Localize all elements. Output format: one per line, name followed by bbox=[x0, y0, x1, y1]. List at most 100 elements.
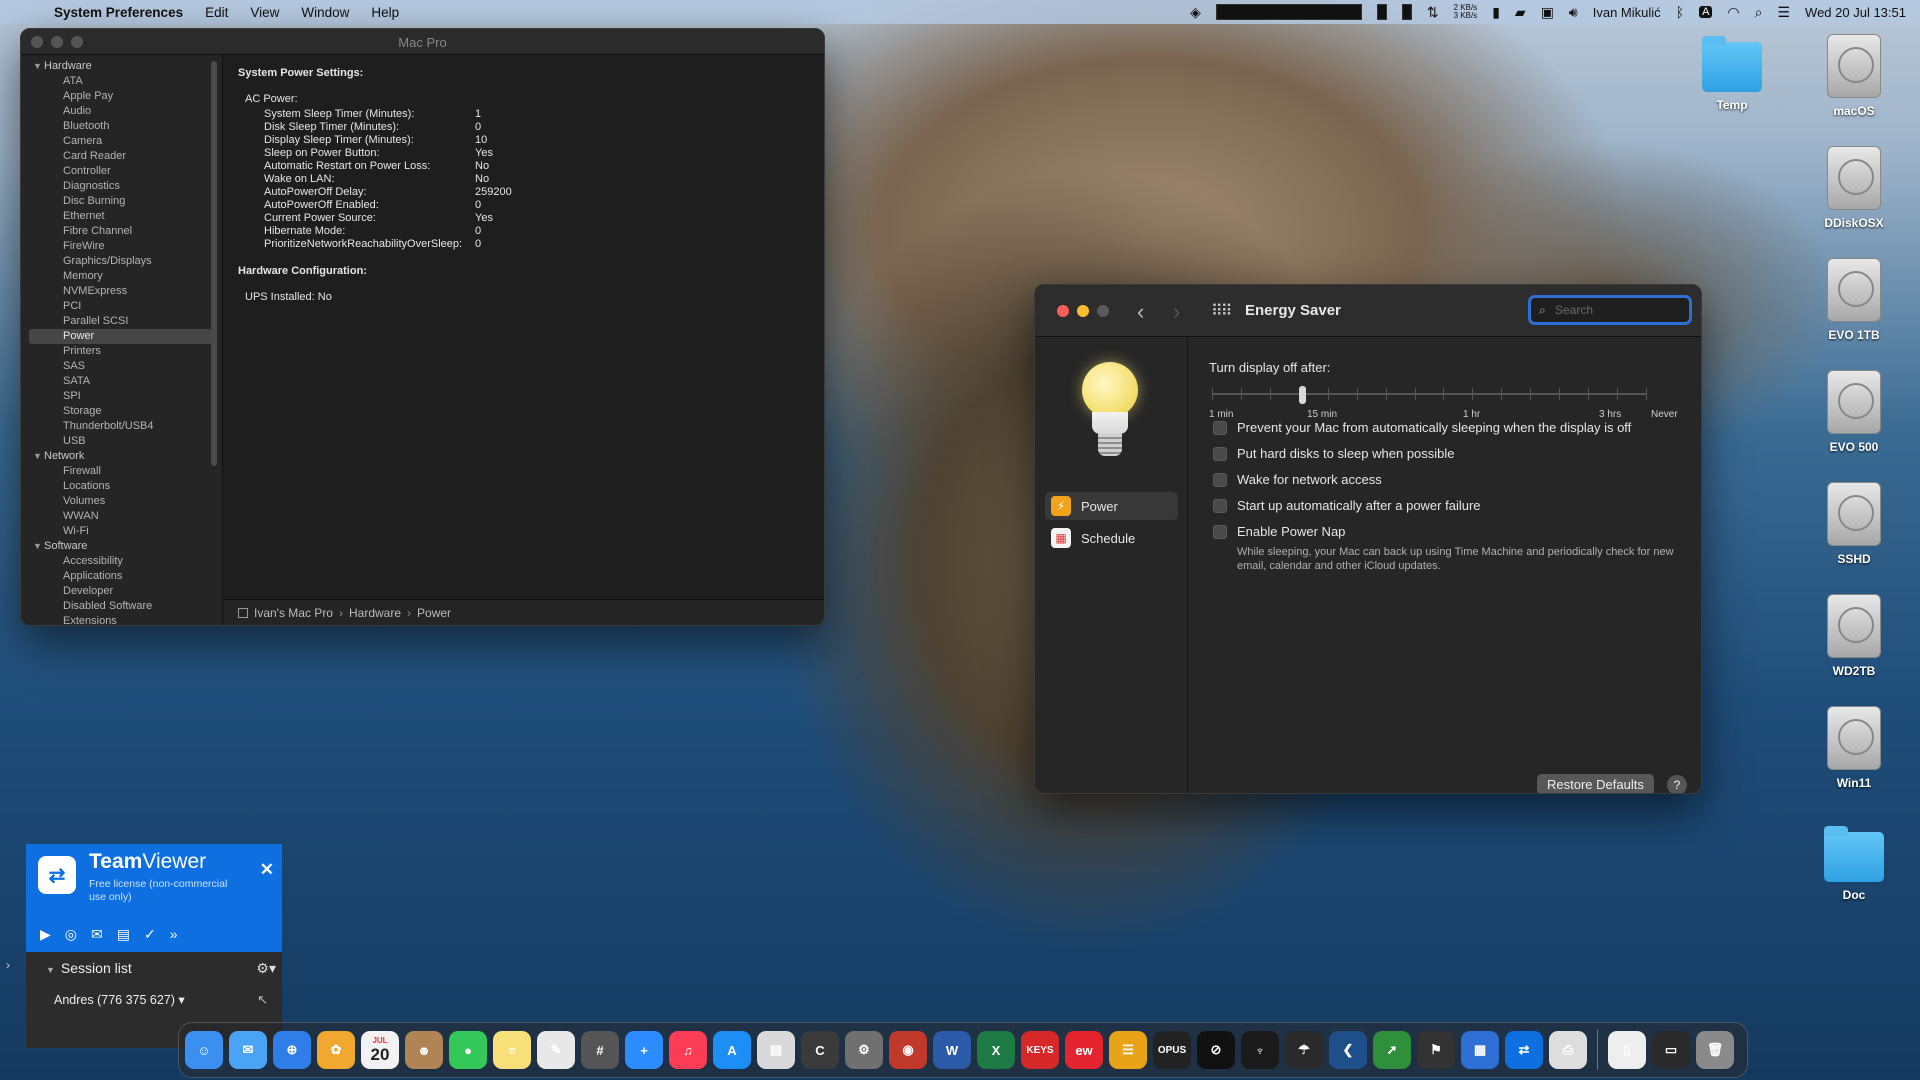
menu-window[interactable]: Window bbox=[301, 5, 349, 20]
auto-startup-checkbox[interactable]: Start up automatically after a power fai… bbox=[1213, 498, 1481, 513]
word-icon[interactable]: W bbox=[933, 1031, 971, 1069]
sidebar-item[interactable]: Applications bbox=[21, 569, 222, 584]
sidebar-item[interactable]: Storage bbox=[21, 404, 222, 419]
wifi-icon[interactable]: ◠ bbox=[1727, 4, 1739, 21]
desktop-disk-win11[interactable]: Win11 bbox=[1804, 706, 1904, 790]
contacts-icon[interactable]: ☻ bbox=[405, 1031, 443, 1069]
file-transfer-icon[interactable]: ▤ bbox=[117, 926, 130, 943]
video-icon[interactable]: ▶ bbox=[40, 926, 51, 943]
sidebar-item[interactable]: Firewall bbox=[21, 464, 222, 479]
finder-icon[interactable]: ☺ bbox=[185, 1031, 223, 1069]
search-input[interactable] bbox=[1555, 303, 1675, 317]
notification-icon[interactable]: ▰ bbox=[1515, 4, 1526, 21]
power-nap-checkbox[interactable]: Enable Power Nap bbox=[1213, 524, 1345, 539]
zoom-icon[interactable]: + bbox=[625, 1031, 663, 1069]
teamviewer-icon[interactable]: ⇄ bbox=[1505, 1031, 1543, 1069]
sidebar-group[interactable]: ▼ Hardware bbox=[21, 59, 222, 74]
user-name[interactable]: Ivan Mikulić bbox=[1593, 5, 1661, 20]
sidebar-item[interactable]: Apple Pay bbox=[21, 89, 222, 104]
window-titlebar[interactable]: ‹ › ⠿⠿ Energy Saver ⌕ bbox=[1035, 285, 1701, 337]
slider-thumb[interactable] bbox=[1299, 386, 1306, 404]
speedify-icon[interactable]: ➚ bbox=[1373, 1031, 1411, 1069]
prevent-sleep-checkbox[interactable]: Prevent your Mac from automatically slee… bbox=[1213, 420, 1631, 435]
sidebar-item[interactable]: Memory bbox=[21, 269, 222, 284]
back-chevron-icon[interactable]: ‹ bbox=[1137, 299, 1144, 325]
sidebar-item[interactable]: FireWire bbox=[21, 239, 222, 254]
session-partner[interactable]: Andres (776 375 627) ▾ bbox=[54, 992, 185, 1007]
document-icon[interactable]: ▯ bbox=[1608, 1031, 1646, 1069]
sidebar-item[interactable]: SATA bbox=[21, 374, 222, 389]
sidebar-item[interactable]: WWAN bbox=[21, 509, 222, 524]
sidebar-item[interactable]: Printers bbox=[21, 344, 222, 359]
menu-edit[interactable]: Edit bbox=[205, 5, 228, 20]
help-button[interactable]: ? bbox=[1667, 775, 1687, 793]
sidebar-item[interactable]: Power bbox=[29, 329, 212, 344]
flag-icon[interactable]: ⚑ bbox=[1417, 1031, 1455, 1069]
close-icon[interactable]: ✕ bbox=[260, 860, 274, 880]
sidebar-item[interactable]: Ethernet bbox=[21, 209, 222, 224]
sidebar-item[interactable]: Camera bbox=[21, 134, 222, 149]
printer-icon[interactable]: ⎙ bbox=[1549, 1031, 1587, 1069]
chevron-down-icon[interactable]: ▼ bbox=[33, 449, 44, 464]
opus-icon[interactable]: OPUS bbox=[1153, 1031, 1191, 1069]
sidebar-item-schedule[interactable]: ▦ Schedule bbox=[1045, 524, 1178, 552]
window-titlebar[interactable]: Mac Pro bbox=[21, 29, 824, 55]
photos-icon[interactable]: ✿ bbox=[317, 1031, 355, 1069]
sidebar-item[interactable]: Disabled Software bbox=[21, 599, 222, 614]
keys-icon[interactable]: KEYS bbox=[1021, 1031, 1059, 1069]
sidebar-item[interactable]: Controller bbox=[21, 164, 222, 179]
ccleaner-icon[interactable]: C bbox=[801, 1031, 839, 1069]
headset-icon[interactable]: ◎ bbox=[65, 926, 77, 943]
battery-icon[interactable]: ▮ bbox=[1492, 4, 1500, 21]
system-prefs-icon[interactable]: ⚙ bbox=[845, 1031, 883, 1069]
sidebar-item[interactable]: PCI bbox=[21, 299, 222, 314]
close-button[interactable] bbox=[1057, 305, 1069, 317]
sidebar-item-power[interactable]: ⚡︎ Power bbox=[1045, 492, 1178, 520]
checkbox[interactable] bbox=[1213, 472, 1227, 487]
desktop-folder-doc[interactable]: Doc bbox=[1804, 826, 1904, 902]
cpu-graph[interactable] bbox=[1215, 4, 1362, 20]
sidebar-group[interactable]: ▼ Software bbox=[21, 539, 222, 554]
checkbox[interactable] bbox=[1213, 446, 1227, 461]
menu-view[interactable]: View bbox=[250, 5, 279, 20]
slider-track[interactable] bbox=[1212, 393, 1646, 395]
desktop-disk-wd2tb[interactable]: WD2TB bbox=[1804, 594, 1904, 678]
checkbox[interactable] bbox=[1213, 498, 1227, 513]
textedit-icon[interactable]: ✎ bbox=[537, 1031, 575, 1069]
menu-help[interactable]: Help bbox=[371, 5, 399, 20]
preview-icon[interactable]: ▤ bbox=[757, 1031, 795, 1069]
sidebar-item[interactable]: SPI bbox=[21, 389, 222, 404]
bluetooth-icon[interactable]: ᛒ bbox=[1676, 4, 1684, 20]
gear-icon[interactable]: ⚙▾ bbox=[256, 960, 276, 977]
sidebar-item[interactable]: Developer bbox=[21, 584, 222, 599]
disk-sleep-checkbox[interactable]: Put hard disks to sleep when possible bbox=[1213, 446, 1455, 461]
photo-booth-icon[interactable]: ◉ bbox=[889, 1031, 927, 1069]
sidebar-item[interactable]: SAS bbox=[21, 359, 222, 374]
sidebar-item[interactable]: Diagnostics bbox=[21, 179, 222, 194]
more-icon[interactable]: » bbox=[170, 926, 178, 943]
sidebar-scrollbar[interactable] bbox=[211, 61, 217, 466]
sidebar-item[interactable]: Graphics/Displays bbox=[21, 254, 222, 269]
appstore-icon[interactable]: A bbox=[713, 1031, 751, 1069]
app-menu[interactable]: System Preferences bbox=[54, 5, 183, 20]
back-icon[interactable]: ❮ bbox=[1329, 1031, 1367, 1069]
music-icon[interactable]: ♫ bbox=[669, 1031, 707, 1069]
sidebar-item[interactable]: Audio bbox=[21, 104, 222, 119]
spotlight-search-icon[interactable]: ⌕ bbox=[1755, 4, 1763, 21]
excel-icon[interactable]: X bbox=[977, 1031, 1015, 1069]
chevron-down-icon[interactable]: ▼ bbox=[33, 59, 44, 74]
chevron-down-icon[interactable]: ▼ bbox=[33, 539, 44, 554]
chevron-right-icon[interactable]: › bbox=[6, 958, 24, 972]
messages-icon[interactable]: ● bbox=[449, 1031, 487, 1069]
sidebar-item[interactable]: NVMExpress bbox=[21, 284, 222, 299]
sidebar-item[interactable]: Fibre Channel bbox=[21, 224, 222, 239]
pointer-icon[interactable]: ↖ bbox=[257, 992, 268, 1008]
volume-icon[interactable]: 🔊︎ bbox=[1569, 4, 1578, 21]
wake-network-checkbox[interactable]: Wake for network access bbox=[1213, 472, 1382, 487]
checkbox[interactable] bbox=[1213, 524, 1227, 539]
network-share-icon[interactable]: ◈ bbox=[1190, 4, 1201, 21]
memory-meter[interactable] bbox=[1376, 4, 1387, 20]
sidebar-item[interactable]: Extensions bbox=[21, 614, 222, 625]
network-speed[interactable]: 2 KB/s 3 KB/s bbox=[1454, 4, 1478, 20]
activity-icon[interactable]: ▣ bbox=[1541, 4, 1554, 21]
